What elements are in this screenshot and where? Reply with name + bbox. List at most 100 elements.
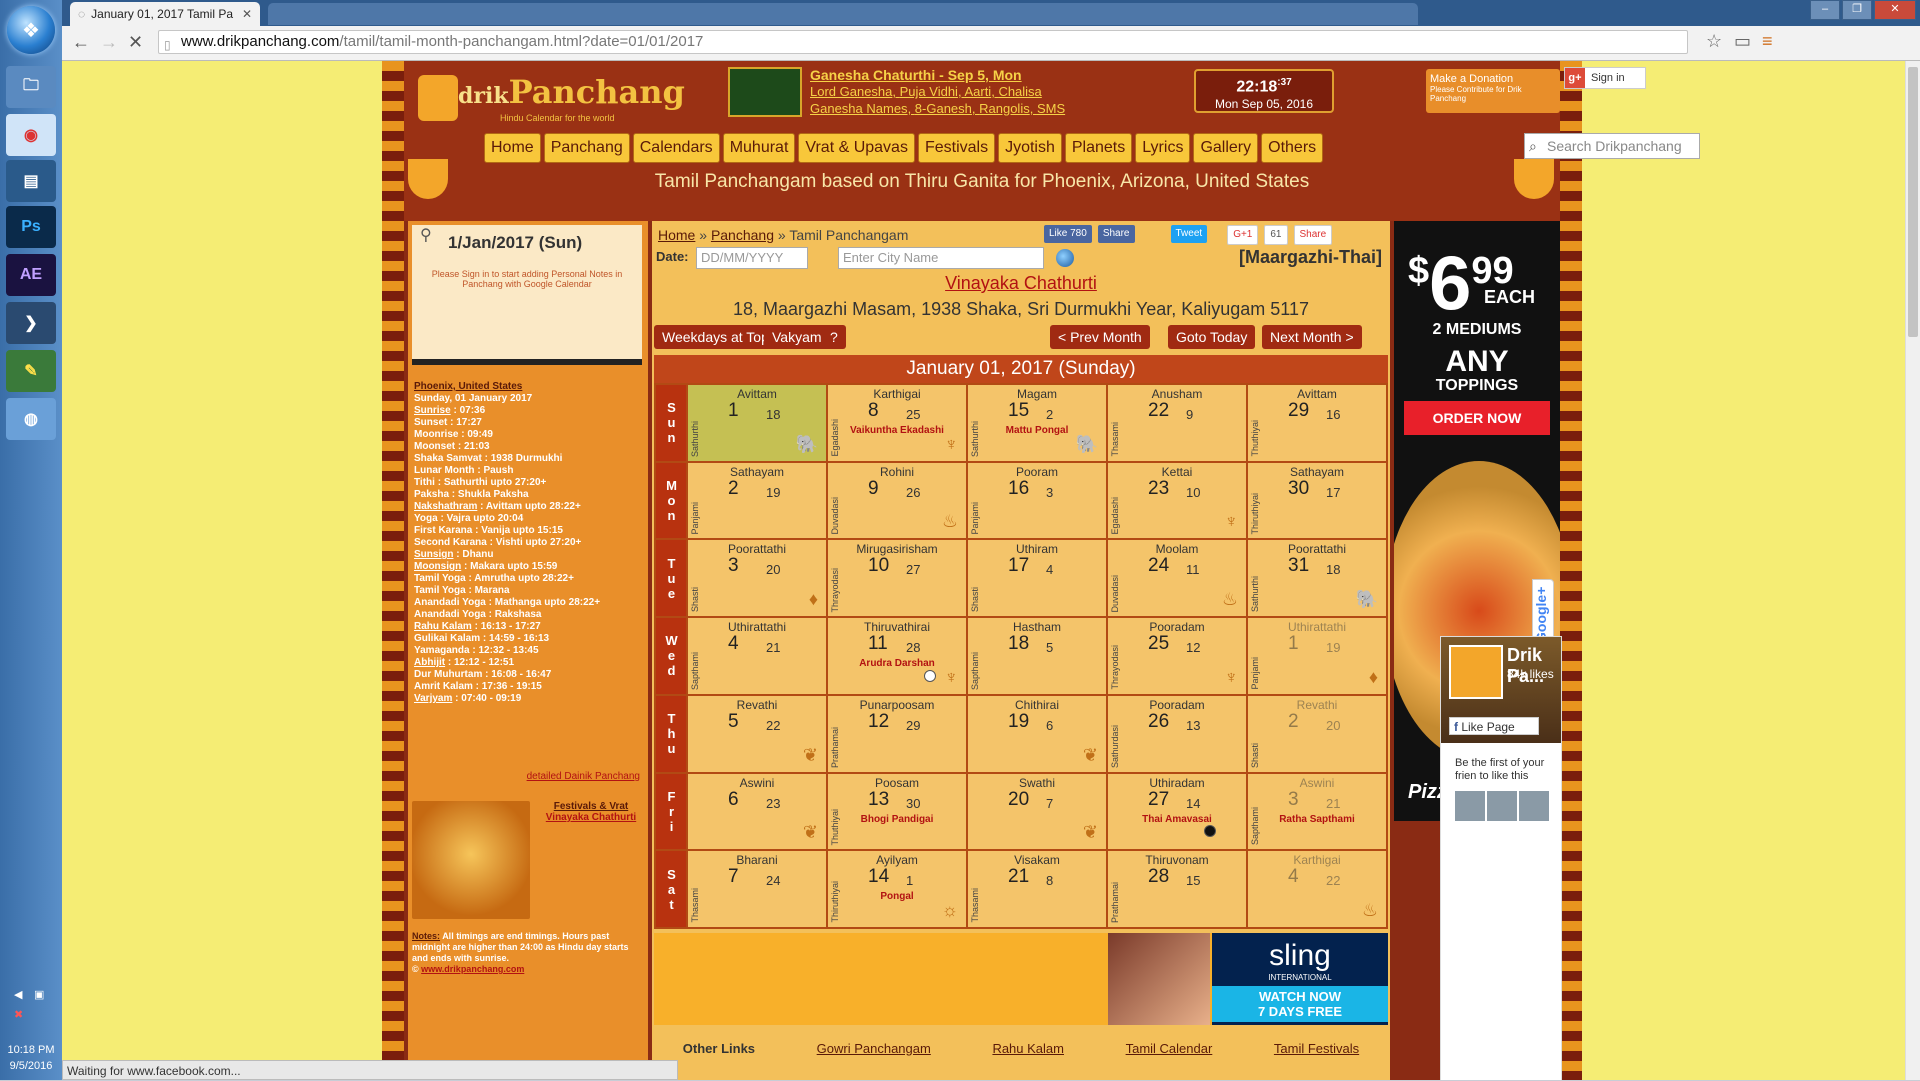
sms-link[interactable]: SMS [1037,101,1065,116]
flag-icon[interactable]: ✖ [14,1008,28,1021]
facebook-like-button[interactable]: Like 780 [1044,225,1092,243]
tamil-calendar-link[interactable]: Tamil Calendar [1126,1041,1213,1056]
puja-vidhi-link[interactable]: Puja Vidhi [900,84,958,99]
breadcrumb-home[interactable]: Home [658,227,695,243]
city-input[interactable]: Enter City Name [838,247,1044,269]
calendar-day-cell[interactable]: Pooradam 25 12 Thrayodasi ♆ [1108,618,1246,694]
detail-key[interactable]: Sunsign [414,549,453,560]
site-logo[interactable]: drikPanchang Hindu Calendar for the worl… [412,65,685,125]
fb-friend-avatar[interactable] [1519,791,1549,821]
taskbar-chrome-icon[interactable]: ◉ [6,114,56,156]
start-button[interactable]: ❖ [7,6,55,54]
date-input[interactable]: DD/MM/YYYY [696,247,808,269]
goto-today-button[interactable]: Goto Today [1168,325,1256,349]
globe-icon[interactable] [1056,249,1074,267]
calendar-day-cell[interactable]: Aswini 6 23 ❦ [688,773,826,850]
lord-ganesha-link[interactable]: Lord Ganesha [810,84,892,99]
fb-friend-avatar[interactable] [1487,791,1517,821]
forward-button[interactable]: → [100,32,118,53]
calendar-day-cell[interactable]: Sathayam 30 17 Thiruthiyai [1248,462,1386,539]
eight-ganesh-link[interactable]: 8-Ganesh [915,101,972,116]
google-share-button[interactable]: Share [1293,225,1333,245]
calendar-day-cell[interactable]: Swathi 20 7 ❦ [968,773,1106,850]
menu-planets[interactable]: Planets [1064,133,1133,163]
ganesha-names-link[interactable]: Ganesha Names [810,101,908,116]
calendar-day-cell[interactable]: Thiruvathirai 11 28 Arudra Darshan ♆ [828,618,966,694]
calendar-day-cell[interactable]: Thiruvonam 28 15 Prathamai [1108,851,1246,927]
taskbar-aftereffects-icon[interactable]: AE [6,254,56,296]
detail-key[interactable]: Varjyam [414,693,452,704]
facebook-share-button[interactable]: Share [1097,225,1135,243]
calendar-day-cell[interactable]: Magam 15 2 Sathurthi Mattu Pongal 🐘 [968,385,1106,461]
menu-vrat-upavas[interactable]: Vrat & Upavas [798,133,915,163]
next-month-button[interactable]: Next Month > [1262,325,1362,349]
ad-show-image[interactable] [1108,933,1210,1025]
browser-tab-active[interactable]: ◌ January 01, 2017 Tamil Pa ✕ [70,2,260,26]
google-plus-one-button[interactable]: G+1 [1227,225,1259,245]
sling-ad[interactable]: sling INTERNATIONAL WATCH NOW 7 DAYS FREE [1212,933,1388,1025]
scrollbar-thumb[interactable] [1908,67,1918,337]
stop-loading-button[interactable]: ✕ [128,32,143,53]
calendar-day-cell[interactable]: Uthirattathi 1 19 Panjami ♦ [1248,618,1386,694]
calendar-day-cell[interactable]: Hastham 18 5 Sapthami [968,618,1106,694]
calendar-day-cell[interactable]: Sathayam 2 19 Panjami [688,462,826,539]
calendar-day-cell[interactable]: Moolam 24 11 Duvadasi ♨ [1108,540,1246,617]
tray-clock[interactable]: 10:18 PM 9/5/2016 [0,1042,62,1074]
google-signin-button[interactable]: g+ Sign in [1564,67,1646,89]
chalisa-link[interactable]: Chalisa [998,84,1041,99]
taskbar-paint-icon[interactable]: ◍ [6,398,56,440]
calendar-day-cell[interactable]: Chithirai 19 6 ❦ [968,695,1106,772]
taskbar-terminal-icon[interactable]: ❯ [6,302,56,344]
tamil-festivals-link[interactable]: Tamil Festivals [1274,1041,1359,1056]
calendar-day-cell[interactable]: Pooram 16 3 Panjami [968,462,1106,539]
fest-ganesha-chaturthi-link[interactable]: Ganesha Chaturthi [810,67,935,83]
calendar-day-cell[interactable]: Bharani 7 24 Thasami [688,851,826,927]
rangolis-link[interactable]: Rangolis [979,101,1030,116]
menu-gallery[interactable]: Gallery [1193,133,1259,163]
site-search-input[interactable]: ⌕ Search Drikpanchang [1524,133,1700,159]
fb-like-page-button[interactable]: f Like Page [1449,717,1539,735]
detail-key[interactable]: Rahu Kalam [414,621,472,632]
notes-signin-hint[interactable]: Please Sign in to start adding Personal … [422,269,632,289]
bottom-ad-banner[interactable]: sling INTERNATIONAL WATCH NOW 7 DAYS FREE [654,933,1388,1025]
taskbar-app-icon[interactable]: ▤ [6,160,56,202]
calendar-day-cell[interactable]: Pooradam 26 13 Sathurdasi [1108,695,1246,772]
calendar-day-cell[interactable]: Uthirattathi 4 21 Sapthami [688,618,826,694]
calendar-day-cell[interactable]: Uthiram 17 4 Shasti [968,540,1106,617]
calendar-day-cell[interactable]: Rohini 9 26 Duvadasi ♨ [828,462,966,539]
aarti-link[interactable]: Aarti [964,84,991,99]
detail-key[interactable]: Moonsign [414,561,461,572]
menu-jyotish[interactable]: Jyotish [998,133,1062,163]
menu-home[interactable]: Home [484,133,541,163]
calendar-day-cell[interactable]: Karthigai 8 25 Egadashi Vaikuntha Ekadashi ♆ [828,385,966,461]
browser-tab-background[interactable] [268,3,1418,25]
menu-festivals[interactable]: Festivals [917,133,996,163]
calendar-day-cell[interactable]: Revathi 2 20 Shasti [1248,695,1386,772]
calendar-day-cell[interactable]: Uthiradam 27 14 Thai Amavasai [1108,773,1246,850]
cast-icon[interactable]: ▭ [1734,31,1751,52]
detail-key[interactable]: Abhijit [414,657,445,668]
calendar-day-cell[interactable]: Aswini 3 21 Sapthami Ratha Sapthami [1248,773,1386,850]
calendar-day-cell[interactable]: Ayilyam 14 1 Thiruthiyai Pongal ☼ [828,851,966,927]
menu-muhurat[interactable]: Muhurat [722,133,796,163]
taskbar-explorer-icon[interactable]: 🗀 [6,66,56,108]
page-scrollbar[interactable] [1905,61,1920,1080]
menu-calendars[interactable]: Calendars [632,133,720,163]
calendar-day-cell[interactable]: Mirugasirisham 10 27 Thrayodasi [828,540,966,617]
calendar-day-cell[interactable]: Poorattathi 3 20 Shasti ♦ [688,540,826,617]
menu-panchang[interactable]: Panchang [543,133,630,163]
network-icon[interactable]: ▣ [34,988,48,1001]
gowri-panchangam-link[interactable]: Gowri Panchangam [817,1041,931,1056]
calendar-day-cell[interactable]: Anusham 22 9 Thasami [1108,385,1246,461]
calendar-day-cell[interactable]: Karthigai 4 22 ♨ [1248,851,1386,927]
bookmark-star-icon[interactable]: ☆ [1706,31,1722,52]
address-bar[interactable]: ▯ www.drikpanchang.com/tamil/tamil-month… [158,30,1688,54]
vakyam-button[interactable]: Vakyam [764,325,830,349]
ganesha-image[interactable] [412,801,530,919]
tab-close-icon[interactable]: ✕ [242,7,252,21]
donate-button[interactable]: Make a Donation Please Contribute for Dr… [1426,69,1560,113]
taskbar-app2-icon[interactable]: ✎ [6,350,56,392]
calendar-day-cell[interactable]: Kettai 23 10 Egadashi ♆ [1108,462,1246,539]
weekdays-at-top-button[interactable]: Weekdays at Top [654,325,777,349]
tweet-button[interactable]: Tweet [1170,225,1208,243]
